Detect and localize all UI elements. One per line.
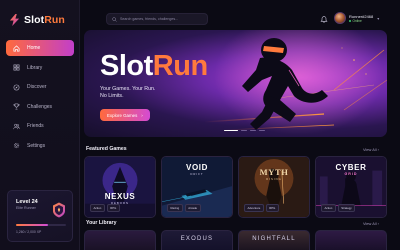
level-subtitle: Elite Runner: [16, 206, 36, 210]
xp-progress-bar: [16, 224, 66, 226]
search-input[interactable]: [120, 17, 207, 21]
sidebar-item-label: Settings: [27, 142, 46, 149]
sidebar-item-discover[interactable]: Discover: [6, 79, 74, 95]
arrow-right-icon: ›: [141, 112, 143, 118]
carousel-dot[interactable]: [250, 130, 256, 132]
app-logo[interactable]: SlotRun: [9, 14, 65, 26]
game-card-myth[interactable]: MYTH RISING Adventure RPG: [238, 156, 310, 218]
game-tag[interactable]: RPG: [265, 204, 279, 212]
library-view-all-link[interactable]: View All ›: [363, 221, 379, 226]
xp-progress-fill: [16, 224, 48, 226]
trophy-icon: [13, 103, 20, 110]
user-info: Runner#2468 Online: [349, 14, 373, 23]
carousel-dot[interactable]: [259, 130, 265, 132]
game-tag[interactable]: RPG: [106, 204, 120, 212]
game-tag[interactable]: Adventure: [244, 204, 264, 212]
sidebar-nav: Home Library Discover Challenges Friends…: [6, 40, 74, 157]
sidebar-item-label: Challenges: [27, 103, 53, 110]
game-tags: Racing Arcade: [167, 204, 201, 212]
featured-view-all-link[interactable]: View All ›: [363, 147, 379, 152]
sidebar-item-challenges[interactable]: Challenges: [6, 99, 74, 115]
users-icon: [13, 123, 20, 129]
avatar: [334, 12, 346, 24]
shield-badge-icon: [53, 202, 65, 218]
game-card-title: MYTH: [259, 167, 289, 177]
library-card[interactable]: NIGHTFALL: [238, 230, 310, 250]
hero-subtitle: Your Games. Your Run. No Limits.: [100, 86, 156, 99]
user-menu[interactable]: Runner#2468 Online ▾: [334, 12, 379, 24]
game-card-void[interactable]: VOID DRIFT Racing Arcade: [161, 156, 233, 218]
gear-icon: [13, 142, 20, 149]
app-name: SlotRun: [24, 14, 65, 26]
library-card[interactable]: [84, 230, 156, 250]
library-card-title: EXODUS: [180, 236, 214, 242]
compass-icon: [13, 84, 20, 90]
explore-games-button[interactable]: Explore Games ›: [100, 109, 150, 121]
your-library-title: Your Library: [86, 220, 117, 226]
sidebar: SlotRun Home Library Discover Challenges…: [0, 0, 80, 250]
sidebar-item-library[interactable]: Library: [6, 60, 74, 76]
search-bar[interactable]: [106, 13, 208, 25]
featured-games-title: Featured Games: [86, 146, 127, 152]
user-status: Online: [349, 19, 373, 23]
game-tag[interactable]: Action: [321, 204, 336, 212]
game-tag[interactable]: Strategy: [337, 204, 356, 212]
game-card-title: NEXUS: [104, 192, 136, 201]
sidebar-item-label: Friends: [27, 123, 44, 129]
hero-title: SlotRun: [100, 50, 208, 82]
level-title: Level 24: [16, 199, 38, 205]
level-card[interactable]: Level 24 Elite Runner 1,260 / 2,000 XP: [7, 190, 73, 242]
xp-text: 1,260 / 2,000 XP: [16, 230, 42, 234]
sidebar-item-settings[interactable]: Settings: [6, 138, 74, 154]
sidebar-item-friends[interactable]: Friends: [6, 118, 74, 134]
game-tag[interactable]: Racing: [167, 204, 183, 212]
sidebar-item-label: Discover: [27, 84, 47, 90]
game-card-subtitle: DRIFT: [190, 172, 204, 176]
sidebar-item-label: Home: [27, 45, 41, 51]
online-dot-icon: [349, 19, 351, 22]
game-tags: Action RPG: [90, 204, 120, 212]
grid-icon: [13, 64, 20, 71]
game-card-subtitle: GRID: [344, 172, 358, 176]
game-tags: Action Strategy: [321, 204, 356, 212]
home-icon: [13, 44, 20, 51]
carousel-indicators: [224, 130, 265, 132]
game-tag[interactable]: Action: [90, 204, 105, 212]
game-card-nexus[interactable]: NEXUS REBORN Action RPG: [84, 156, 156, 218]
lightning-logo-icon: [9, 14, 20, 26]
game-card-title: CYBER: [335, 163, 367, 172]
library-list: EXODUS NIGHTFALL: [84, 230, 387, 250]
sidebar-item-home[interactable]: Home: [6, 40, 74, 56]
game-card-subtitle: RISING: [266, 177, 282, 181]
featured-games-list: NEXUS REBORN Action RPG VOID DRIFT Racin…: [84, 156, 387, 218]
bell-icon[interactable]: [320, 15, 328, 23]
game-tag[interactable]: Arcade: [184, 204, 201, 212]
game-tags: Adventure RPG: [244, 204, 279, 212]
library-card-title: NIGHTFALL: [252, 236, 296, 242]
search-icon: [112, 16, 117, 22]
game-card-cyber[interactable]: CYBER GRID Action Strategy: [315, 156, 387, 218]
carousel-dot[interactable]: [241, 130, 247, 132]
library-card[interactable]: [315, 230, 387, 250]
library-card[interactable]: EXODUS: [161, 230, 233, 250]
game-card-title: VOID: [186, 163, 208, 172]
sidebar-item-label: Library: [27, 64, 43, 71]
carousel-dot[interactable]: [224, 130, 238, 132]
chevron-down-icon: ▾: [377, 15, 380, 21]
hero-banner[interactable]: SlotRun Your Games. Your Run. No Limits. …: [84, 30, 387, 137]
